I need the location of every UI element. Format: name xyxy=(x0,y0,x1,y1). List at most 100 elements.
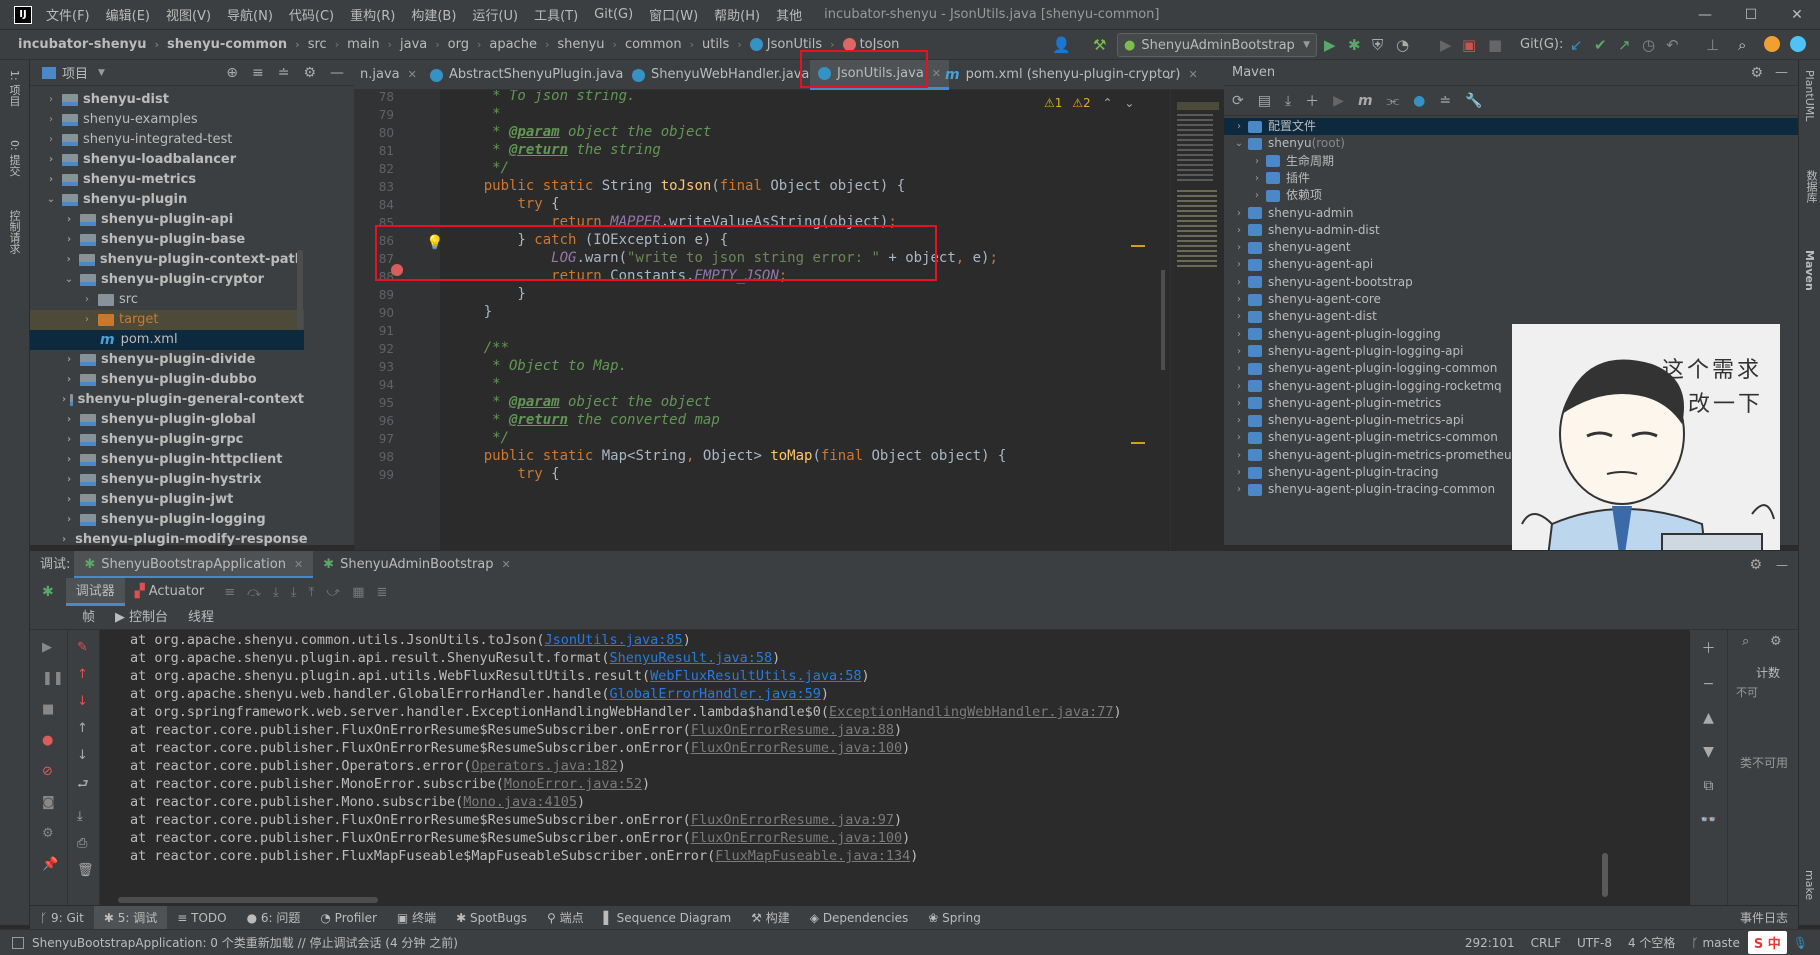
microphone-icon[interactable]: 🎙 xyxy=(1793,936,1808,950)
menu-other[interactable]: 其他 xyxy=(768,5,810,24)
source-link[interactable]: FluxMapFuseable.java:134 xyxy=(715,848,910,864)
stop-icon[interactable]: ■ xyxy=(1488,30,1502,60)
chevron-right-icon[interactable]: › xyxy=(1232,464,1246,481)
chevron-right-icon[interactable]: › xyxy=(1232,412,1246,429)
close-icon[interactable]: ✕ xyxy=(294,558,303,571)
rerun-icon[interactable]: ✱ xyxy=(42,584,54,600)
tool-window-debug[interactable]: ✱ 5: 调试 xyxy=(93,905,168,930)
view-frames[interactable]: 帧 xyxy=(72,604,105,632)
project-tree-item[interactable]: › shenyu-plugin-httpclient xyxy=(30,450,304,470)
stripe-plantuml-tab[interactable]: PlantUML xyxy=(1803,70,1816,121)
project-tree-item[interactable]: › shenyu-plugin-global xyxy=(30,410,304,430)
code-editor[interactable]: * To json string. * * @param object the … xyxy=(440,90,1170,550)
intention-bulb-icon[interactable]: 💡 xyxy=(426,235,443,251)
trash-icon[interactable]: 🗑 xyxy=(77,863,99,878)
collapse-all-icon[interactable]: ≐ xyxy=(1439,93,1451,109)
breadcrumb-class[interactable]: JsonUtils › xyxy=(749,37,843,52)
glasses-icon[interactable]: 👓 xyxy=(1700,812,1717,828)
search-icon[interactable]: ⌕ xyxy=(1742,634,1749,649)
skip-tests-icon[interactable]: ● xyxy=(1413,93,1425,109)
tool-window-dependencies[interactable]: ◈ Dependencies xyxy=(800,911,918,925)
tool-window-problems[interactable]: ● 6: 问题 xyxy=(237,909,311,926)
pause-icon[interactable]: ❚❚ xyxy=(42,671,67,686)
console-scrollbar[interactable] xyxy=(1602,853,1608,897)
git-push-icon[interactable]: ↗ xyxy=(1618,30,1631,60)
chevron-right-icon[interactable]: › xyxy=(62,490,76,510)
update-available-icon[interactable] xyxy=(1764,36,1780,52)
chevron-right-icon[interactable]: › xyxy=(1250,187,1264,204)
print-icon[interactable]: ⎙ xyxy=(77,836,99,851)
project-tree-item[interactable]: › shenyu-examples xyxy=(30,110,304,130)
breadcrumb-apache[interactable]: apache › xyxy=(489,37,557,52)
source-link[interactable]: FluxOnErrorResume.java:100 xyxy=(691,830,902,846)
ime-indicator[interactable]: S 中 xyxy=(1747,931,1787,954)
edit-icon[interactable]: ✎ xyxy=(77,640,99,655)
project-tree-item[interactable]: › shenyu-plugin-logging xyxy=(30,510,304,530)
breadcrumb-project[interactable]: incubator-shenyu › xyxy=(18,37,167,52)
tab-list-icon[interactable]: ⌄ xyxy=(1164,60,1174,90)
menu-tools[interactable]: 工具(T) xyxy=(526,5,586,24)
tool-window-spring[interactable]: ❀ Spring xyxy=(918,911,991,925)
maven-tree-item[interactable]: › shenyu-admin xyxy=(1224,205,1798,222)
breadcrumb-utils[interactable]: utils › xyxy=(702,37,750,52)
maximize-button[interactable]: ☐ xyxy=(1728,7,1774,23)
breadcrumb-common[interactable]: common › xyxy=(625,37,702,52)
toggle-offline-icon[interactable]: ⫘ xyxy=(1387,93,1400,109)
project-tree-item[interactable]: › shenyu-dist xyxy=(30,90,304,110)
run-icon[interactable]: ▶ xyxy=(1333,93,1344,109)
project-tree-item[interactable]: ⌄ shenyu-plugin-cryptor xyxy=(30,270,304,290)
caret-position[interactable]: 292:101 xyxy=(1465,936,1515,950)
project-tree-item[interactable]: › shenyu-plugin-jwt xyxy=(30,490,304,510)
chevron-right-icon[interactable]: › xyxy=(1232,395,1246,412)
locate-icon[interactable]: ⊕ xyxy=(226,65,238,81)
chevron-right-icon[interactable]: › xyxy=(1232,256,1246,273)
chevron-right-icon[interactable]: › xyxy=(62,210,76,230)
breadcrumb-method[interactable]: toJson xyxy=(842,37,899,52)
hide-icon[interactable]: — xyxy=(330,65,344,81)
breadcrumb-main[interactable]: main › xyxy=(347,37,400,52)
chevron-right-icon[interactable]: › xyxy=(1232,118,1246,135)
build-hammer-icon[interactable]: ⚒ xyxy=(1093,30,1106,60)
stripe-maven-tab[interactable]: Maven xyxy=(1803,250,1816,291)
up-icon[interactable]: ▲ xyxy=(1703,710,1714,726)
source-link[interactable]: ShenyuResult.java:58 xyxy=(610,650,773,666)
menu-window[interactable]: 窗口(W) xyxy=(641,5,706,24)
hide-icon[interactable]: — xyxy=(1775,65,1788,80)
menu-navigate[interactable]: 导航(N) xyxy=(219,5,281,24)
chevron-right-icon[interactable]: › xyxy=(1232,239,1246,256)
minimize-button[interactable]: — xyxy=(1682,7,1728,23)
close-icon[interactable]: ✕ xyxy=(502,558,511,571)
tab-abstractshenyuplugin[interactable]: AbstractShenyuPlugin.java✕ xyxy=(422,60,641,90)
breadcrumb-module[interactable]: shenyu-common › xyxy=(167,37,308,52)
add-icon[interactable]: ＋ xyxy=(1702,638,1716,658)
tool-window-sequence-diagram[interactable]: ▌ Sequence Diagram xyxy=(594,911,742,925)
chevron-right-icon[interactable]: › xyxy=(62,510,76,530)
expand-all-icon[interactable]: ≡ xyxy=(252,65,264,81)
source-link[interactable]: ExceptionHandlingWebHandler.java:77 xyxy=(829,704,1113,720)
event-log-button[interactable]: 事件日志 xyxy=(1730,909,1798,926)
project-tree-item[interactable]: › shenyu-integrated-test xyxy=(30,130,304,150)
stripe-database-tab[interactable]: 数据库 xyxy=(1803,170,1819,203)
maven-tree-item[interactable]: › 配置文件 xyxy=(1224,118,1798,135)
maven-tree-item[interactable]: › 生命周期 xyxy=(1224,153,1798,170)
line-separator[interactable]: CRLF xyxy=(1531,936,1561,950)
breadcrumb-org[interactable]: org › xyxy=(448,37,490,52)
chevron-right-icon[interactable]: › xyxy=(1250,170,1264,187)
project-tree-item[interactable]: › shenyu-plugin-modify-response xyxy=(30,530,308,550)
project-tree-item[interactable]: ⌄ shenyu-plugin xyxy=(30,190,304,210)
file-encoding[interactable]: UTF-8 xyxy=(1577,936,1612,950)
add-folder-icon[interactable]: ▤ xyxy=(1258,93,1271,109)
coverage-icon[interactable]: ⛨ xyxy=(1372,30,1383,60)
maven-tree-item[interactable]: ⌄ shenyu (root) xyxy=(1224,135,1798,152)
subtab-actuator[interactable]: ▞ Actuator xyxy=(125,578,215,606)
add-icon[interactable]: ＋ xyxy=(1305,91,1319,111)
gear-icon[interactable]: ⚙ xyxy=(1749,557,1762,573)
chevron-up-icon[interactable]: ⌃ xyxy=(1102,96,1112,110)
user-icon[interactable]: 👤 xyxy=(1052,30,1071,60)
breadcrumb-java[interactable]: java › xyxy=(400,37,448,52)
chevron-right-icon[interactable]: › xyxy=(1232,274,1246,291)
source-link[interactable]: FluxOnErrorResume.java:100 xyxy=(691,740,902,756)
chevron-right-icon[interactable]: › xyxy=(1232,326,1246,343)
pin-icon[interactable]: 📌 xyxy=(42,857,67,872)
gear-icon[interactable]: ⚙ xyxy=(42,826,67,841)
